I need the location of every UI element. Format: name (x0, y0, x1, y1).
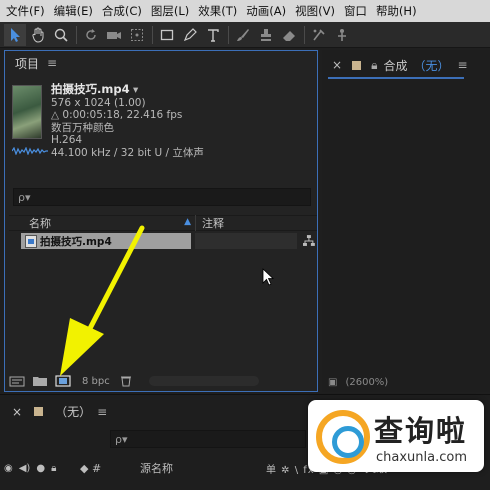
project-item-comment-cell[interactable] (194, 233, 298, 249)
project-panel-header: 项目 ≡ (5, 51, 317, 75)
project-panel: 项目 ≡ 拍摄技巧.mp4 ▾ 576 x 1024 (1.00) △ 0:00… (4, 50, 318, 392)
interpret-footage-icon[interactable] (9, 375, 25, 387)
composition-panel: × 🔒︎ 合成 （无） ≡ ▣ (2600%) (322, 50, 490, 392)
layer-switches-header: ◉ ◀) ● 🔒︎ (4, 463, 80, 474)
menu-layer[interactable]: 图层(L) (151, 3, 189, 19)
thumbnail-size-slider[interactable] (148, 376, 259, 386)
menu-animation[interactable]: 动画(A) (246, 3, 286, 19)
rotate-tool-icon[interactable] (80, 24, 102, 46)
clip-audio: 44.100 kHz / 32 bit U / 立体声 (51, 146, 204, 159)
hand-tool-icon[interactable] (27, 24, 49, 46)
column-comment-label: 注释 (202, 217, 224, 230)
snapshot-icon[interactable]: ▣ (328, 377, 337, 388)
timeline-color-swatch (34, 407, 44, 416)
search-icon: ρ▾ (18, 190, 31, 204)
composition-tab[interactable]: × 🔒︎ 合成 （无） ≡ (322, 50, 490, 80)
tools-toolbar (0, 22, 490, 48)
camera-tool-icon[interactable] (103, 24, 125, 46)
toolbar-divider (152, 25, 153, 44)
new-folder-icon[interactable] (32, 375, 48, 387)
menu-edit[interactable]: 编辑(E) (54, 3, 93, 19)
sort-ascending-icon[interactable]: ▲ (184, 217, 191, 227)
selection-tool-icon[interactable] (4, 23, 26, 46)
mouse-cursor-icon (262, 268, 274, 286)
project-search-input[interactable]: ρ▾ (13, 188, 311, 206)
timeline-tab[interactable]: × （无） ≡ (12, 403, 107, 420)
audio-waveform-icon (12, 147, 48, 155)
close-icon[interactable]: × (12, 405, 22, 419)
active-tab-indicator (328, 77, 464, 79)
composition-color-swatch (352, 60, 362, 70)
video-file-icon (25, 234, 37, 248)
project-item-name: 拍摄技巧.mp4 (40, 235, 112, 248)
lock-icon[interactable]: 🔒︎ (51, 463, 56, 474)
clone-stamp-tool-icon[interactable] (255, 24, 277, 46)
solo-icon[interactable]: ● (36, 463, 45, 474)
watermark-title: 查询啦 (374, 414, 468, 448)
zoom-tool-icon[interactable] (50, 24, 72, 46)
project-column-header: 名称 ▲ 注释 (9, 215, 317, 231)
timeline-search-input[interactable]: ρ▾ (110, 430, 306, 448)
menu-window[interactable]: 窗口 (344, 3, 367, 19)
project-footer: 8 bpc (5, 371, 317, 391)
label-tag-icon: ◆ (80, 461, 89, 475)
watermark-logo: 查询啦 chaxunla.com (308, 400, 484, 472)
menu-view[interactable]: 视图(V) (295, 3, 335, 19)
lock-icon[interactable]: 🔒︎ (371, 58, 377, 73)
clip-duration: △ 0:00:05:18, 22.416 fps (51, 109, 183, 121)
clip-codec: H.264 (51, 134, 83, 146)
clip-dimensions: 576 x 1024 (1.00) (51, 96, 146, 109)
menu-help[interactable]: 帮助(H) (376, 3, 417, 19)
project-item-name-cell[interactable]: 拍摄技巧.mp4 (21, 233, 191, 249)
pen-tool-icon[interactable] (179, 24, 201, 46)
text-tool-icon[interactable] (202, 24, 224, 46)
pan-behind-tool-icon[interactable] (126, 24, 148, 46)
clip-colors: 数百万种颜色 (51, 121, 114, 134)
project-panel-title[interactable]: 项目 (15, 55, 39, 72)
column-label-hash[interactable]: ◆ # (80, 462, 140, 475)
audio-icon[interactable]: ◀) (19, 463, 31, 474)
panel-menu-icon[interactable]: ≡ (97, 405, 107, 419)
panel-menu-icon[interactable]: ≡ (457, 58, 467, 72)
watermark-domain: chaxunla.com (376, 450, 467, 465)
clip-thumbnail (12, 85, 42, 139)
panel-menu-icon[interactable]: ≡ (47, 56, 57, 70)
menu-file[interactable]: 文件(F) (6, 3, 45, 19)
rectangle-tool-icon[interactable] (156, 24, 178, 46)
composition-none-label: （无） (413, 58, 450, 73)
composition-tab-label: 合成 (383, 58, 408, 73)
composition-footer: ▣ (2600%) (322, 372, 490, 392)
puppet-pin-tool-icon[interactable] (331, 24, 353, 46)
new-composition-icon[interactable] (55, 375, 71, 387)
trash-icon[interactable] (118, 375, 134, 387)
column-number: # (91, 461, 102, 475)
column-name[interactable]: 名称 ▲ (9, 215, 195, 231)
menu-bar: 文件(F) 编辑(E) 合成(C) 图层(L) 效果(T) 动画(A) 视图(V… (0, 0, 490, 22)
column-source-name[interactable]: 源名称 (140, 460, 266, 476)
search-icon: ρ▾ (115, 432, 128, 446)
timeline-tab-label: （无） (55, 405, 92, 419)
menu-effect[interactable]: 效果(T) (198, 3, 237, 19)
toolbar-divider (304, 25, 305, 44)
magnifier-logo-icon (316, 410, 370, 464)
column-comment[interactable]: 注释 (195, 215, 224, 231)
project-item-row[interactable]: 拍摄技巧.mp4 (21, 233, 315, 249)
column-name-label: 名称 (29, 217, 51, 230)
toolbar-divider (76, 25, 77, 44)
dropdown-icon[interactable]: ▾ (133, 84, 138, 96)
magnification-dropdown[interactable]: (2600%) (345, 377, 388, 388)
clip-info: 拍摄技巧.mp4 ▾ 576 x 1024 (1.00) △ 0:00:05:1… (51, 83, 204, 159)
bit-depth-button[interactable]: 8 bpc (82, 376, 110, 387)
clip-name: 拍摄技巧.mp4 (51, 82, 130, 96)
eraser-tool-icon[interactable] (278, 24, 300, 46)
menu-composition[interactable]: 合成(C) (102, 3, 142, 19)
toolbar-divider (228, 25, 229, 44)
brush-tool-icon[interactable] (232, 24, 254, 46)
flowchart-icon[interactable] (303, 235, 315, 247)
video-visibility-icon[interactable]: ◉ (4, 463, 13, 474)
roto-brush-tool-icon[interactable] (308, 24, 330, 46)
close-icon[interactable]: × (332, 58, 342, 72)
